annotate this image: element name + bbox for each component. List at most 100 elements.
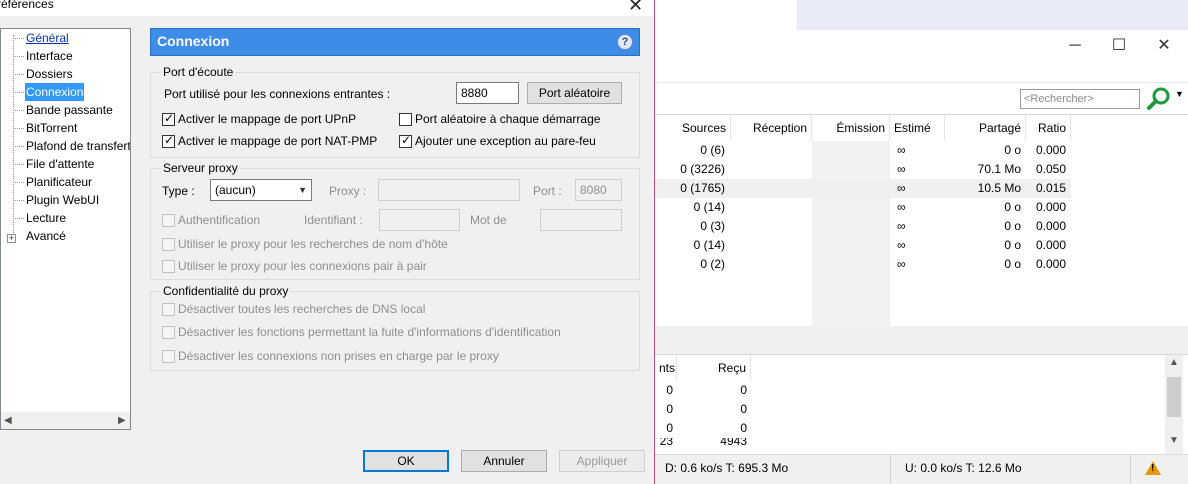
natpmp-checkbox[interactable]: ✓	[162, 133, 175, 148]
search-icon[interactable]	[1145, 86, 1173, 112]
cell-partage: 0 o	[1004, 219, 1021, 233]
preferences-dialog: références ✕ Général Interface Dossiers …	[0, 0, 655, 484]
random-each-start-checkbox[interactable]	[399, 113, 412, 126]
minimize-button[interactable]: ─	[1060, 34, 1090, 58]
ident-input[interactable]	[379, 209, 460, 231]
cell-ratio: 0.000	[1035, 238, 1066, 252]
peer-cell-a: 23	[659, 438, 673, 448]
close-button[interactable]: ✕	[1149, 34, 1179, 58]
tree-item-interface[interactable]: Interface	[25, 47, 74, 65]
tree-item-general[interactable]: Général	[25, 29, 70, 47]
listening-port-group: Port d'écoute Port utilisé pour les conn…	[150, 65, 640, 158]
scroll-left-icon[interactable]: ◀	[4, 412, 12, 429]
tree-item-connexion[interactable]: Connexion	[25, 83, 85, 101]
cell-estime: ∞	[897, 257, 906, 271]
table-row[interactable]: 0 (2) ∞ 0 o 0.000	[655, 255, 1071, 274]
disable-unsupported-label: Désactiver les connexions non prises en …	[178, 349, 499, 363]
column-header-ratio[interactable]: Ratio	[1026, 115, 1071, 141]
chevron-down-icon: ▼	[298, 185, 307, 195]
upnp-checkbox[interactable]: ✓	[162, 111, 175, 126]
cell-estime: ∞	[897, 181, 906, 195]
peer-cell-a: 0	[666, 421, 673, 435]
tree-connector	[13, 164, 24, 165]
column-header-peer-received[interactable]: Reçu	[677, 355, 751, 381]
cell-partage: 0 o	[1004, 143, 1021, 157]
peer-list: nts Reçu 0 0 0 0 0 0 23 4943 ▲ ▼	[655, 354, 1188, 455]
tree-item-plugin-webui[interactable]: Plugin WebUI	[25, 191, 100, 209]
disable-leak-checkbox[interactable]	[162, 326, 175, 339]
table-row[interactable]: 0 (3) ∞ 0 o 0.000	[655, 217, 1071, 236]
status-bar: D: 0.6 ko/s T: 695.3 Mo U: 0.0 ko/s T: 1…	[655, 454, 1188, 484]
checkmark-icon: ✓	[164, 111, 175, 125]
group-legend: Confidentialité du proxy	[161, 284, 291, 298]
tree-connector	[13, 35, 14, 243]
column-header-estime[interactable]: Estimé	[890, 115, 945, 141]
scroll-down-icon[interactable]: ▼	[1165, 435, 1183, 446]
tree-expand-icon[interactable]: +	[7, 234, 16, 243]
preferences-tree: Général Interface Dossiers Connexion Ban…	[0, 28, 131, 430]
disable-dns-checkbox[interactable]	[162, 303, 175, 316]
tree-item-lecture[interactable]: Lecture	[25, 209, 67, 227]
dialog-title: références	[0, 0, 54, 11]
scroll-right-icon[interactable]: ▶	[118, 412, 126, 429]
scroll-up-icon[interactable]: ▲	[1165, 357, 1183, 368]
tree-item-bittorrent[interactable]: BitTorrent	[25, 119, 78, 137]
maximize-button[interactable]: ☐	[1104, 34, 1134, 58]
list-item[interactable]: 23 4943	[655, 438, 755, 455]
table-row[interactable]: 0 (14) ∞ 0 o 0.000	[655, 198, 1071, 217]
table-row[interactable]: 0 (1765) ∞ 10.5 Mo 0.015	[655, 179, 1071, 198]
column-header-sources[interactable]: Sources	[655, 115, 731, 141]
tree-item-planificateur[interactable]: Planificateur	[25, 173, 93, 191]
horizontal-scrollbar[interactable]: ◀ ▶	[1, 412, 130, 429]
proxy-host-input[interactable]	[378, 179, 520, 201]
auth-checkbox[interactable]	[162, 214, 175, 227]
cell-estime: ∞	[897, 238, 906, 252]
proxy-port-input[interactable]: 8080	[575, 179, 622, 201]
proxy-type-select[interactable]: (aucun) ▼	[210, 179, 312, 201]
table-row[interactable]: 0 (6) ∞ 0 o 0.000	[655, 141, 1071, 160]
cell-sources: 0 (2)	[700, 257, 725, 271]
vertical-scrollbar[interactable]: ▲ ▼	[1165, 355, 1183, 455]
list-item[interactable]: 0 0	[655, 400, 755, 419]
status-download: D: 0.6 ko/s T: 695.3 Mo	[655, 455, 891, 483]
proxy-hostname-checkbox[interactable]	[162, 238, 175, 251]
column-header-emission[interactable]: Émission	[812, 115, 890, 141]
password-input[interactable]	[540, 209, 622, 231]
list-item[interactable]: 0 0	[655, 419, 755, 438]
firewall-checkbox[interactable]: ✓	[399, 133, 412, 148]
tree-item-plafond[interactable]: Plafond de transfert	[25, 137, 130, 155]
incoming-port-input[interactable]: 8880	[456, 82, 519, 104]
tree-item-file-attente[interactable]: File d'attente	[25, 155, 95, 173]
cancel-button[interactable]: Annuler	[461, 450, 547, 472]
random-port-button[interactable]: Port aléatoire	[527, 82, 622, 104]
column-header-partage[interactable]: Partagé	[945, 115, 1026, 141]
torrent-client-window: ─ ☐ ✕ <Rechercher> ▼ Sources Réception É…	[655, 0, 1188, 484]
ok-button[interactable]: OK	[363, 450, 449, 472]
checkmark-icon: ✓	[401, 133, 412, 147]
scroll-thumb[interactable]	[1167, 377, 1181, 417]
natpmp-label: Activer le mappage de port NAT-PMP	[178, 134, 378, 148]
dialog-close-button[interactable]: ✕	[628, 0, 643, 16]
search-dropdown-icon[interactable]: ▼	[1175, 89, 1184, 99]
table-row[interactable]: 0 (3226) ∞ 70.1 Mo 0.050	[655, 160, 1071, 179]
apply-button[interactable]: Appliquer	[559, 450, 645, 472]
panel-splitter[interactable]	[655, 326, 1188, 354]
peer-cell-a: 0	[666, 383, 673, 397]
cell-sources: 0 (6)	[700, 143, 725, 157]
list-item[interactable]: 0 0	[655, 381, 755, 400]
disable-unsupported-checkbox[interactable]	[162, 350, 175, 363]
app-toolbar: <Rechercher> ▼	[655, 82, 1188, 114]
column-header-reception[interactable]: Réception	[731, 115, 812, 141]
help-icon[interactable]: ?	[617, 34, 633, 50]
tree-item-dossiers[interactable]: Dossiers	[25, 65, 74, 83]
section-title: Connexion	[157, 33, 230, 49]
table-row[interactable]: 0 (14) ∞ 0 o 0.000	[655, 236, 1071, 255]
tree-item-avance[interactable]: Avancé	[25, 227, 67, 245]
proxy-p2p-checkbox[interactable]	[162, 260, 175, 273]
peer-cell-b: 0	[740, 383, 747, 397]
search-input[interactable]: <Rechercher>	[1020, 89, 1140, 109]
proxy-privacy-group: Confidentialité du proxy Désactiver tout…	[150, 284, 640, 371]
warning-icon[interactable]: !	[1145, 461, 1161, 475]
tree-item-bande-passante[interactable]: Bande passante	[25, 101, 114, 119]
column-header-peer-sent[interactable]: nts	[655, 355, 677, 381]
